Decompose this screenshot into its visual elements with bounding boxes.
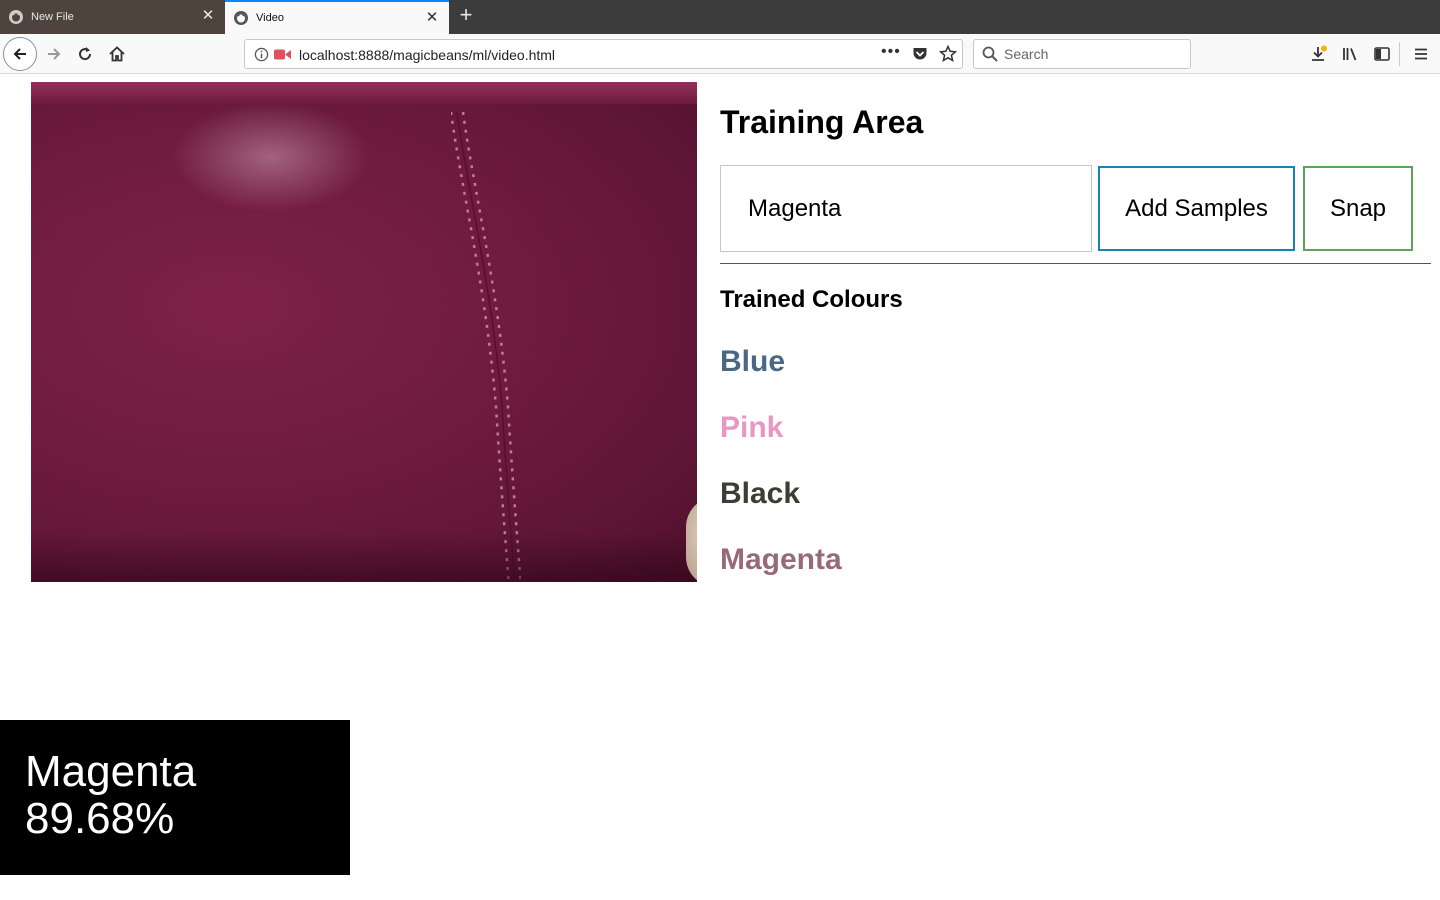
library-button[interactable] xyxy=(1336,40,1364,68)
reload-button[interactable] xyxy=(71,40,99,68)
library-icon xyxy=(1343,48,1357,61)
camera-sharing-icon[interactable] xyxy=(274,48,291,61)
pocket-icon[interactable] xyxy=(912,46,928,62)
video-frame-detail xyxy=(31,532,697,582)
info-icon[interactable] xyxy=(254,47,269,62)
download-icon xyxy=(1312,45,1327,61)
new-tab-icon[interactable]: + xyxy=(454,4,478,28)
home-icon xyxy=(109,46,125,62)
hamburger-menu-icon xyxy=(1415,48,1427,60)
toolbar-divider xyxy=(1399,42,1400,66)
search-input[interactable] xyxy=(1004,45,1184,63)
webcam-video-feed xyxy=(31,82,697,582)
home-button[interactable] xyxy=(103,40,131,68)
trained-colour-blue: Blue xyxy=(720,345,786,378)
github-icon xyxy=(234,11,248,25)
snap-button[interactable]: Snap xyxy=(1303,166,1413,251)
prediction-result-box: Magenta 89.68% xyxy=(0,720,350,875)
tab-strip: New File ✕ Video ✕ + xyxy=(0,0,1440,34)
tab-video[interactable]: Video ✕ xyxy=(225,0,449,34)
trained-colour-black: Black xyxy=(720,477,801,510)
back-button[interactable] xyxy=(3,37,37,71)
close-tab-icon[interactable]: ✕ xyxy=(201,8,215,23)
colour-label-input[interactable] xyxy=(720,165,1092,252)
navigation-bar: localhost:8888/magicbeans/ml/video.html … xyxy=(0,34,1440,74)
training-area-heading: Training Area xyxy=(720,104,924,140)
search-bar[interactable] xyxy=(973,39,1191,69)
url-text: localhost:8888/magicbeans/ml/video.html xyxy=(299,47,556,63)
sidebar-button[interactable] xyxy=(1368,40,1396,68)
add-samples-button[interactable]: Add Samples xyxy=(1098,166,1295,251)
url-bar[interactable]: localhost:8888/magicbeans/ml/video.html … xyxy=(244,39,963,69)
trained-colour-pink: Pink xyxy=(720,411,784,444)
video-frame-detail xyxy=(31,82,697,104)
forward-button[interactable] xyxy=(40,40,68,68)
tab-new-file[interactable]: New File ✕ xyxy=(0,0,225,34)
bookmark-star-icon[interactable] xyxy=(939,45,957,63)
github-icon xyxy=(9,10,23,24)
tab-title: Video xyxy=(256,12,284,24)
close-tab-icon[interactable]: ✕ xyxy=(425,10,439,25)
prediction-confidence: 89.68% xyxy=(25,794,175,843)
trained-colours-heading: Trained Colours xyxy=(720,286,903,313)
sidebar-icon xyxy=(1374,47,1390,61)
search-icon xyxy=(982,46,998,62)
video-frame-detail xyxy=(451,111,521,582)
video-frame-detail xyxy=(171,102,371,212)
downloads-button[interactable] xyxy=(1305,40,1333,68)
prediction-label: Magenta xyxy=(25,747,197,796)
tab-title: New File xyxy=(31,11,74,23)
trained-colour-magenta: Magenta xyxy=(720,543,842,576)
menu-button[interactable] xyxy=(1407,40,1435,68)
page-actions-icon[interactable]: ••• xyxy=(881,43,901,61)
reload-icon xyxy=(79,47,92,61)
back-arrow-icon xyxy=(13,48,26,60)
video-frame-detail xyxy=(686,497,697,582)
forward-arrow-icon xyxy=(48,48,61,60)
divider xyxy=(720,263,1431,264)
